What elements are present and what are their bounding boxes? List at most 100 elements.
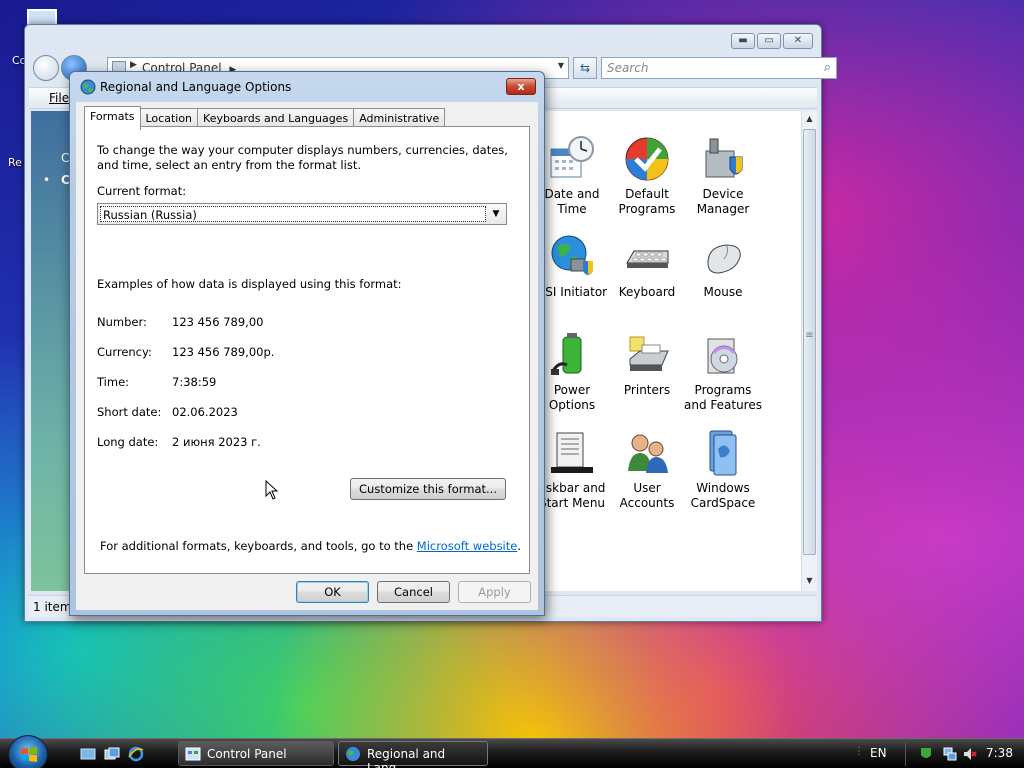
taskbar-item-label: Control Panel: [207, 747, 287, 761]
search-input[interactable]: Search ⌕: [601, 57, 837, 79]
refresh-button[interactable]: ⇆: [573, 57, 597, 79]
example-row-currency: Currency: 123 456 789,00р.: [97, 345, 274, 359]
status-text: 1 item: [33, 600, 72, 614]
chevron-down-icon[interactable]: ▼: [488, 206, 504, 222]
example-value: 2 июня 2023 г.: [172, 435, 261, 449]
example-value: 7:38:59: [172, 375, 217, 389]
tray-grip-icon: ⋮: [854, 746, 864, 757]
scroll-down-icon[interactable]: ▼: [802, 573, 817, 589]
clock[interactable]: 7:38: [986, 746, 1013, 760]
current-format-select[interactable]: Russian (Russia) ▼: [97, 203, 507, 225]
close-button[interactable]: ✕: [783, 33, 813, 49]
mouse-pointer-icon: [265, 480, 279, 500]
cardspace-icon: [709, 430, 737, 476]
taskbar-item-regional-language[interactable]: Regional and Lang...: [338, 741, 488, 768]
taskbar-icon: [551, 432, 593, 473]
additional-formats-text: For additional formats, keyboards, and t…: [100, 539, 521, 553]
formats-panel: To change the way your computer displays…: [84, 126, 530, 574]
dialog-title: Regional and Language Options: [100, 80, 292, 94]
scroll-thumb[interactable]: ≡: [803, 129, 816, 555]
example-row-long-date: Long date: 2 июня 2023 г.: [97, 435, 261, 449]
internet-explorer-icon[interactable]: [128, 746, 144, 762]
customize-format-button[interactable]: Customize this format...: [350, 478, 506, 500]
network-icon[interactable]: [942, 746, 958, 762]
cp-item-label: Mouse: [703, 285, 743, 299]
example-row-time: Time: 7:38:59: [97, 375, 216, 389]
cp-item-label: User Accounts: [619, 481, 675, 510]
sidebar-bullet: •: [43, 173, 51, 187]
address-dropdown-icon[interactable]: ▼: [558, 61, 564, 70]
current-format-label: Current format:: [97, 184, 187, 198]
menu-file[interactable]: File: [49, 91, 69, 105]
dialog-body: Formats Location Keyboards and Languages…: [76, 102, 538, 610]
regional-language-dialog[interactable]: Regional and Language Options x Formats …: [69, 71, 545, 616]
cp-item-printers[interactable]: Printers: [608, 331, 686, 398]
volume-muted-icon[interactable]: [962, 746, 978, 762]
vertical-scrollbar[interactable]: ▲ ≡ ▼: [801, 111, 817, 591]
users-icon: [628, 434, 668, 473]
back-button[interactable]: [33, 55, 59, 81]
cp-item-keyboard[interactable]: Keyboard: [608, 233, 686, 300]
control-panel-icon: [185, 747, 201, 761]
cp-item-device-manager[interactable]: Device Manager: [684, 135, 762, 217]
microsoft-website-link[interactable]: Microsoft website: [417, 539, 518, 553]
cp-item-label: Keyboard: [618, 285, 676, 299]
globe-icon: [551, 235, 593, 275]
cp-item-label: Device Manager: [696, 187, 750, 216]
switch-windows-icon[interactable]: [104, 746, 120, 762]
tray-separator: [905, 742, 906, 766]
examples-label: Examples of how data is displayed using …: [97, 277, 402, 291]
language-indicator[interactable]: EN: [870, 746, 887, 760]
ok-button[interactable]: OK: [296, 581, 369, 603]
cp-item-default-programs[interactable]: Default Programs: [608, 135, 686, 217]
current-format-value: Russian (Russia): [100, 206, 486, 222]
default-programs-icon: [625, 137, 669, 181]
minimize-button[interactable]: ▬: [731, 33, 755, 49]
close-icon: x: [517, 80, 525, 93]
search-placeholder: Search: [607, 61, 649, 75]
cp-item-label: Windows CardSpace: [690, 481, 756, 510]
example-key: Number:: [97, 315, 147, 329]
cp-item-windows-cardspace[interactable]: Windows CardSpace: [684, 429, 762, 511]
cp-item-mouse[interactable]: Mouse: [684, 233, 762, 300]
example-key: Time:: [97, 375, 130, 389]
keyboard-icon: [626, 250, 669, 268]
windows-logo-icon: [21, 747, 37, 762]
cp-item-label: Printers: [623, 383, 671, 397]
taskbar-item-control-panel[interactable]: Control Panel: [178, 741, 334, 766]
calendar-clock-icon: [550, 136, 594, 178]
example-key: Currency:: [97, 345, 152, 359]
cp-item-user-accounts[interactable]: User Accounts: [608, 429, 686, 511]
cancel-button[interactable]: Cancel: [377, 581, 450, 603]
taskbar-item-label: Regional and Lang...: [367, 747, 446, 768]
globe-icon: [346, 747, 360, 761]
search-icon[interactable]: ⌕: [824, 60, 831, 75]
cp-item-label: Date and Time: [544, 187, 600, 216]
security-shield-icon[interactable]: [918, 746, 934, 762]
tab-strip: Formats Location Keyboards and Languages…: [84, 106, 446, 130]
cp-item-label: Default Programs: [618, 187, 676, 216]
cp-item-programs-and-features[interactable]: Programs and Features: [684, 331, 762, 413]
show-desktop-icon[interactable]: [80, 746, 96, 762]
intro-text: To change the way your computer displays…: [97, 143, 508, 172]
scroll-up-icon[interactable]: ▲: [802, 111, 817, 127]
start-button[interactable]: [8, 735, 48, 768]
example-value: 02.06.2023: [172, 405, 238, 419]
refresh-icon: ⇆: [579, 61, 591, 75]
cp-item-label: askbar and Start Menu: [538, 481, 606, 510]
device-manager-icon: [705, 138, 743, 178]
dialog-close-button[interactable]: x: [506, 78, 536, 95]
example-value: 123 456 789,00: [172, 315, 264, 329]
programs-features-icon: [707, 338, 738, 374]
cp-item-label: Programs and Features: [684, 383, 762, 412]
desktop-icon-label: Re: [8, 156, 22, 169]
tab-formats[interactable]: Formats: [84, 106, 141, 130]
breadcrumb-arrow-icon: ▶: [130, 60, 137, 70]
apply-button[interactable]: Apply: [458, 581, 531, 603]
printer-icon: [629, 336, 669, 371]
example-row-number: Number: 123 456 789,00: [97, 315, 263, 329]
maximize-button[interactable]: ▭: [757, 33, 781, 49]
example-key: Long date:: [97, 435, 159, 449]
footer-text: For additional formats, keyboards, and t…: [100, 539, 417, 553]
window-caption-buttons: ▬ ▭ ✕: [731, 33, 813, 49]
